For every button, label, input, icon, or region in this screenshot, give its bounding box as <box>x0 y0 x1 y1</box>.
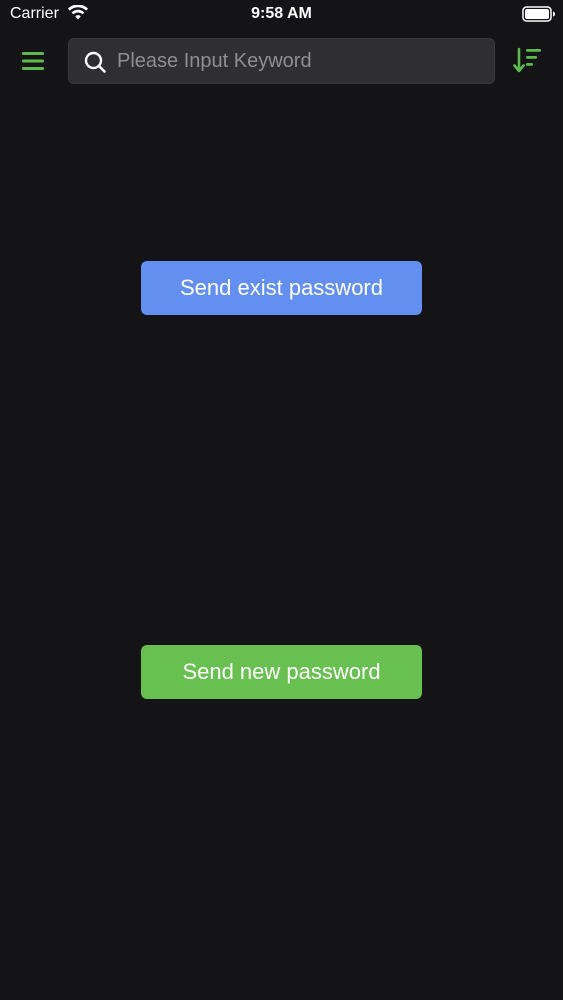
sort-descending-icon <box>513 47 541 73</box>
search-bar[interactable] <box>68 38 495 84</box>
sort-button[interactable] <box>512 46 544 76</box>
send-new-password-button[interactable]: Send new password <box>141 645 422 699</box>
hamburger-menu-icon <box>22 52 44 70</box>
battery-icon <box>522 6 555 22</box>
send-exist-password-button[interactable]: Send exist password <box>141 261 422 315</box>
clock-time: 9:58 AM <box>251 5 312 22</box>
status-bar: Carrier 9:58 AM <box>0 0 563 30</box>
top-toolbar <box>0 36 563 86</box>
menu-button[interactable] <box>20 48 48 74</box>
search-icon <box>84 51 106 73</box>
search-input[interactable] <box>117 43 487 79</box>
